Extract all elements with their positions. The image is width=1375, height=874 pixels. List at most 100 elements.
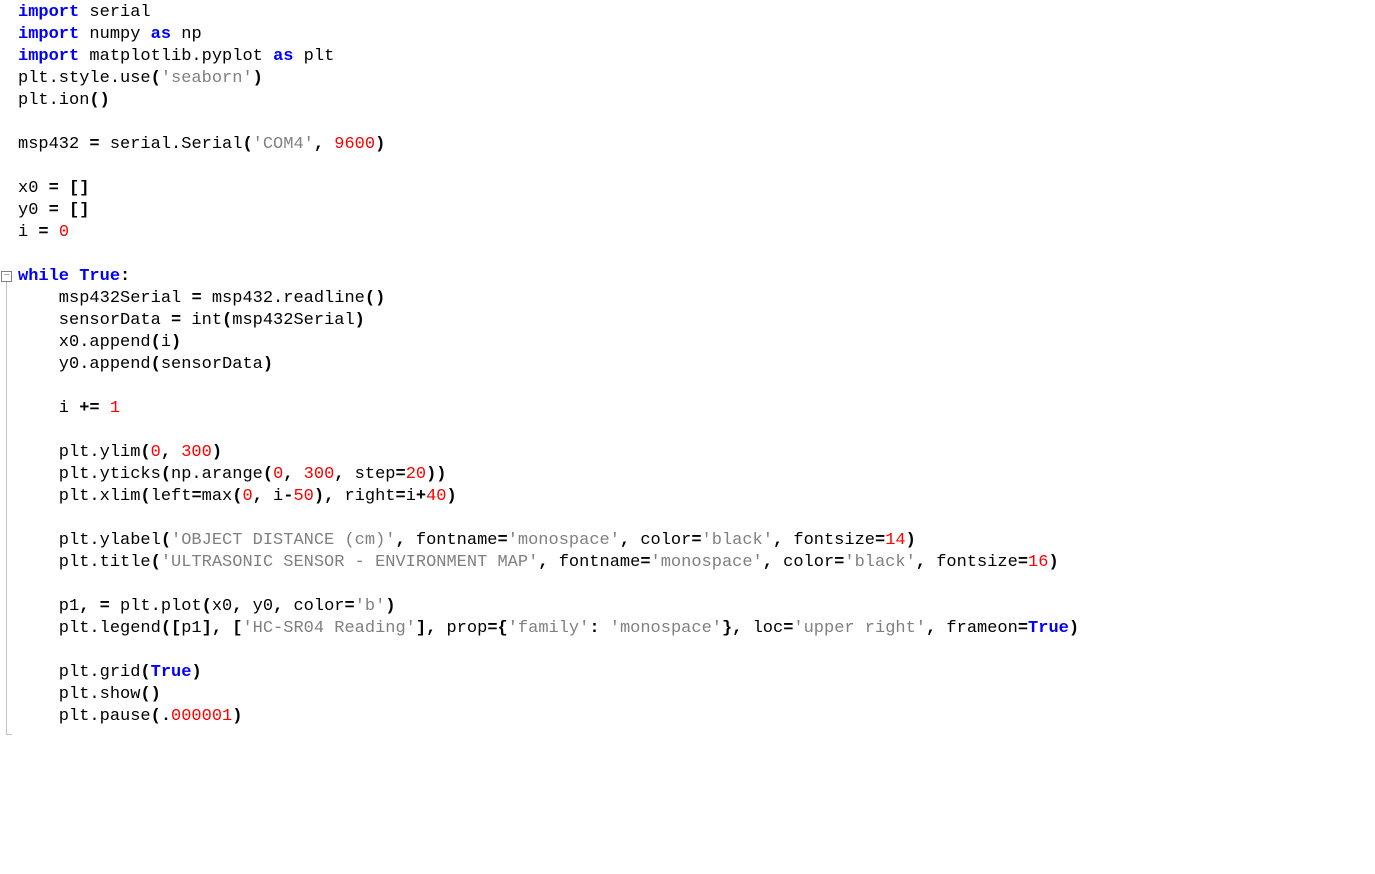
code-line[interactable] [18,156,1375,178]
token-punc: , [773,531,783,550]
token-punc: () [140,685,160,704]
token-id: fontsize [926,553,1018,572]
code-line[interactable] [18,508,1375,530]
token-punc: ) [355,311,365,330]
token-punc: ( [151,553,161,572]
code-line[interactable]: i = 0 [18,222,1375,244]
code-line[interactable]: plt.yticks(np.arange(0, 300, step=20)) [18,464,1375,486]
token-punc: , [161,443,171,462]
token-id: int [181,311,222,330]
code-line[interactable]: import numpy as np [18,24,1375,46]
token-punc: (. [151,707,171,726]
code-editor[interactable]: import serialimport numpy as npimport ma… [0,0,1375,728]
token-id [293,465,303,484]
token-id: plt.xlim [18,487,140,506]
code-line[interactable] [18,244,1375,266]
token-id [171,443,181,462]
token-id [69,267,79,286]
token-id: plt.pause [18,707,151,726]
code-line[interactable]: plt.ylim(0, 300) [18,442,1375,464]
code-line[interactable]: y0.append(sensorData) [18,354,1375,376]
token-num: 300 [181,443,212,462]
code-line[interactable]: msp432Serial = msp432.readline() [18,288,1375,310]
token-kw: import [18,3,79,22]
code-line[interactable] [18,574,1375,596]
code-line[interactable]: plt.legend([p1], ['HC-SR04 Reading'], pr… [18,618,1375,640]
code-line[interactable]: y0 = [] [18,200,1375,222]
token-str: 'black' [702,531,773,550]
token-punc: ) [232,707,242,726]
token-punc: ) [253,69,263,88]
token-punc: = [89,135,99,154]
token-str: 'COM4' [253,135,314,154]
token-str: 'monospace' [508,531,620,550]
token-punc: [ [232,619,242,638]
token-punc: , [916,553,926,572]
code-line[interactable]: plt.pause(.000001) [18,706,1375,728]
token-id: np.arange [171,465,263,484]
token-punc: = [49,201,59,220]
token-id [89,597,99,616]
token-punc: ], [416,619,436,638]
code-line[interactable]: plt.grid(True) [18,662,1375,684]
token-id: color [773,553,834,572]
token-id: p1 [18,597,79,616]
token-id: y0 [18,201,49,220]
code-line[interactable]: sensorData = int(msp432Serial) [18,310,1375,332]
token-id: plt.ylabel [18,531,161,550]
token-id: msp432.readline [202,289,365,308]
token-id [222,619,232,638]
token-num: 1 [110,399,120,418]
token-punc: , [232,597,242,616]
code-line[interactable] [18,640,1375,662]
code-line[interactable]: while True: [18,266,1375,288]
token-num: 50 [293,487,313,506]
token-punc: ([ [161,619,181,638]
token-num: 300 [304,465,335,484]
fold-end-tick [6,734,12,735]
token-punc: ) [906,531,916,550]
token-str: 'family' [508,619,590,638]
code-line[interactable]: x0.append(i) [18,332,1375,354]
token-id: np [171,25,202,44]
token-id: right [334,487,395,506]
code-line[interactable]: plt.title('ULTRASONIC SENSOR - ENVIRONME… [18,552,1375,574]
token-id: fontname [549,553,641,572]
token-num: 20 [406,465,426,484]
token-punc: )) [426,465,446,484]
code-line[interactable]: i += 1 [18,398,1375,420]
code-line[interactable]: import matplotlib.pyplot as plt [18,46,1375,68]
code-line[interactable]: msp432 = serial.Serial('COM4', 9600) [18,134,1375,156]
code-line[interactable]: plt.xlim(left=max(0, i-50), right=i+40) [18,486,1375,508]
token-punc: ( [242,135,252,154]
code-line[interactable]: import serial [18,2,1375,24]
code-line[interactable] [18,376,1375,398]
token-id: i [263,487,283,506]
code-line[interactable] [18,112,1375,134]
fold-collapse-icon[interactable]: − [1,271,12,282]
token-punc: = [640,553,650,572]
code-line[interactable]: plt.ylabel('OBJECT DISTANCE (cm)', fontn… [18,530,1375,552]
token-punc: : [589,619,599,638]
token-id: plt.yticks [18,465,161,484]
token-bool: True [79,267,120,286]
token-id: plt.style.use [18,69,151,88]
code-line[interactable] [18,420,1375,442]
token-id [59,201,69,220]
code-line[interactable]: p1, = plt.plot(x0, y0, color='b') [18,596,1375,618]
token-id: step [344,465,395,484]
token-id: left [151,487,192,506]
token-id: plt.ylim [18,443,140,462]
fold-guide-line [6,282,7,734]
token-id [600,619,610,638]
token-punc: = [834,553,844,572]
token-id [59,179,69,198]
token-id: fontsize [783,531,875,550]
code-line[interactable]: plt.show() [18,684,1375,706]
code-line[interactable]: x0 = [] [18,178,1375,200]
code-line[interactable]: plt.style.use('seaborn') [18,68,1375,90]
token-id: x0 [212,597,232,616]
token-punc: ( [222,311,232,330]
token-punc: = [49,179,59,198]
code-line[interactable]: plt.ion() [18,90,1375,112]
